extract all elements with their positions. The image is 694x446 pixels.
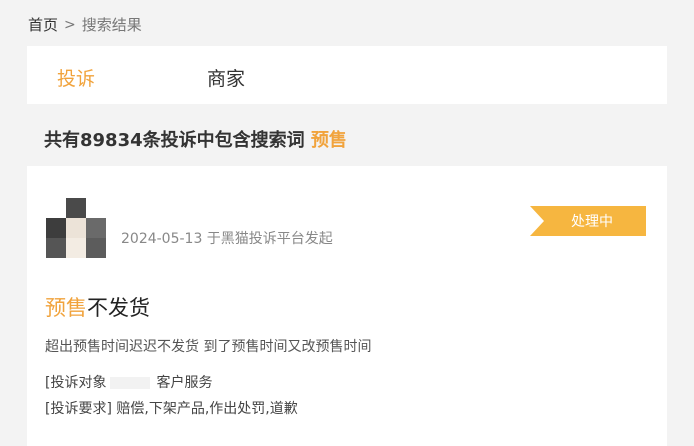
avatar [46, 198, 106, 258]
summary-keyword: 预售 [310, 130, 347, 151]
target-label: [投诉对象 [45, 375, 107, 391]
result-tabs: 投诉 商家 [27, 46, 667, 104]
request-value: 赔偿,下架产品,作出处罚,道歉 [116, 401, 298, 417]
breadcrumb-current: 搜索结果 [81, 16, 142, 34]
summary-text: 共有89834条投诉中包含搜索词 [44, 130, 305, 151]
target-value: 客户服务 [156, 375, 213, 391]
complaint-title[interactable]: 预售不发货 [45, 292, 150, 322]
complaint-request: [投诉要求] 赔偿,下架产品,作出处罚,道歉 [45, 398, 298, 418]
complaint-date: 2024-05-13 于黑猫投诉平台发起 [121, 231, 333, 247]
complaint-card[interactable]: 2024-05-13 于黑猫投诉平台发起 处理中 预售不发货 超出预售时间迟迟不… [27, 166, 667, 446]
search-summary: 共有89834条投诉中包含搜索词 预售 [44, 126, 347, 152]
breadcrumb-home-link[interactable]: 首页 [28, 14, 58, 35]
tab-merchants[interactable]: 商家 [207, 64, 245, 91]
tab-complaints[interactable]: 投诉 [57, 64, 95, 91]
breadcrumb: 首页 > 搜索结果 [28, 14, 142, 35]
title-text: 不发货 [87, 296, 150, 320]
request-label: [投诉要求] [45, 401, 112, 417]
complaint-target: [投诉对象 客户服务 [45, 372, 212, 392]
title-keyword: 预售 [45, 296, 87, 320]
redacted-value [110, 377, 151, 389]
breadcrumb-separator: > [64, 16, 76, 33]
status-badge: 处理中 [530, 206, 646, 236]
complaint-description: 超出预售时间迟迟不发货 到了预售时间又改预售时间 [45, 339, 372, 355]
